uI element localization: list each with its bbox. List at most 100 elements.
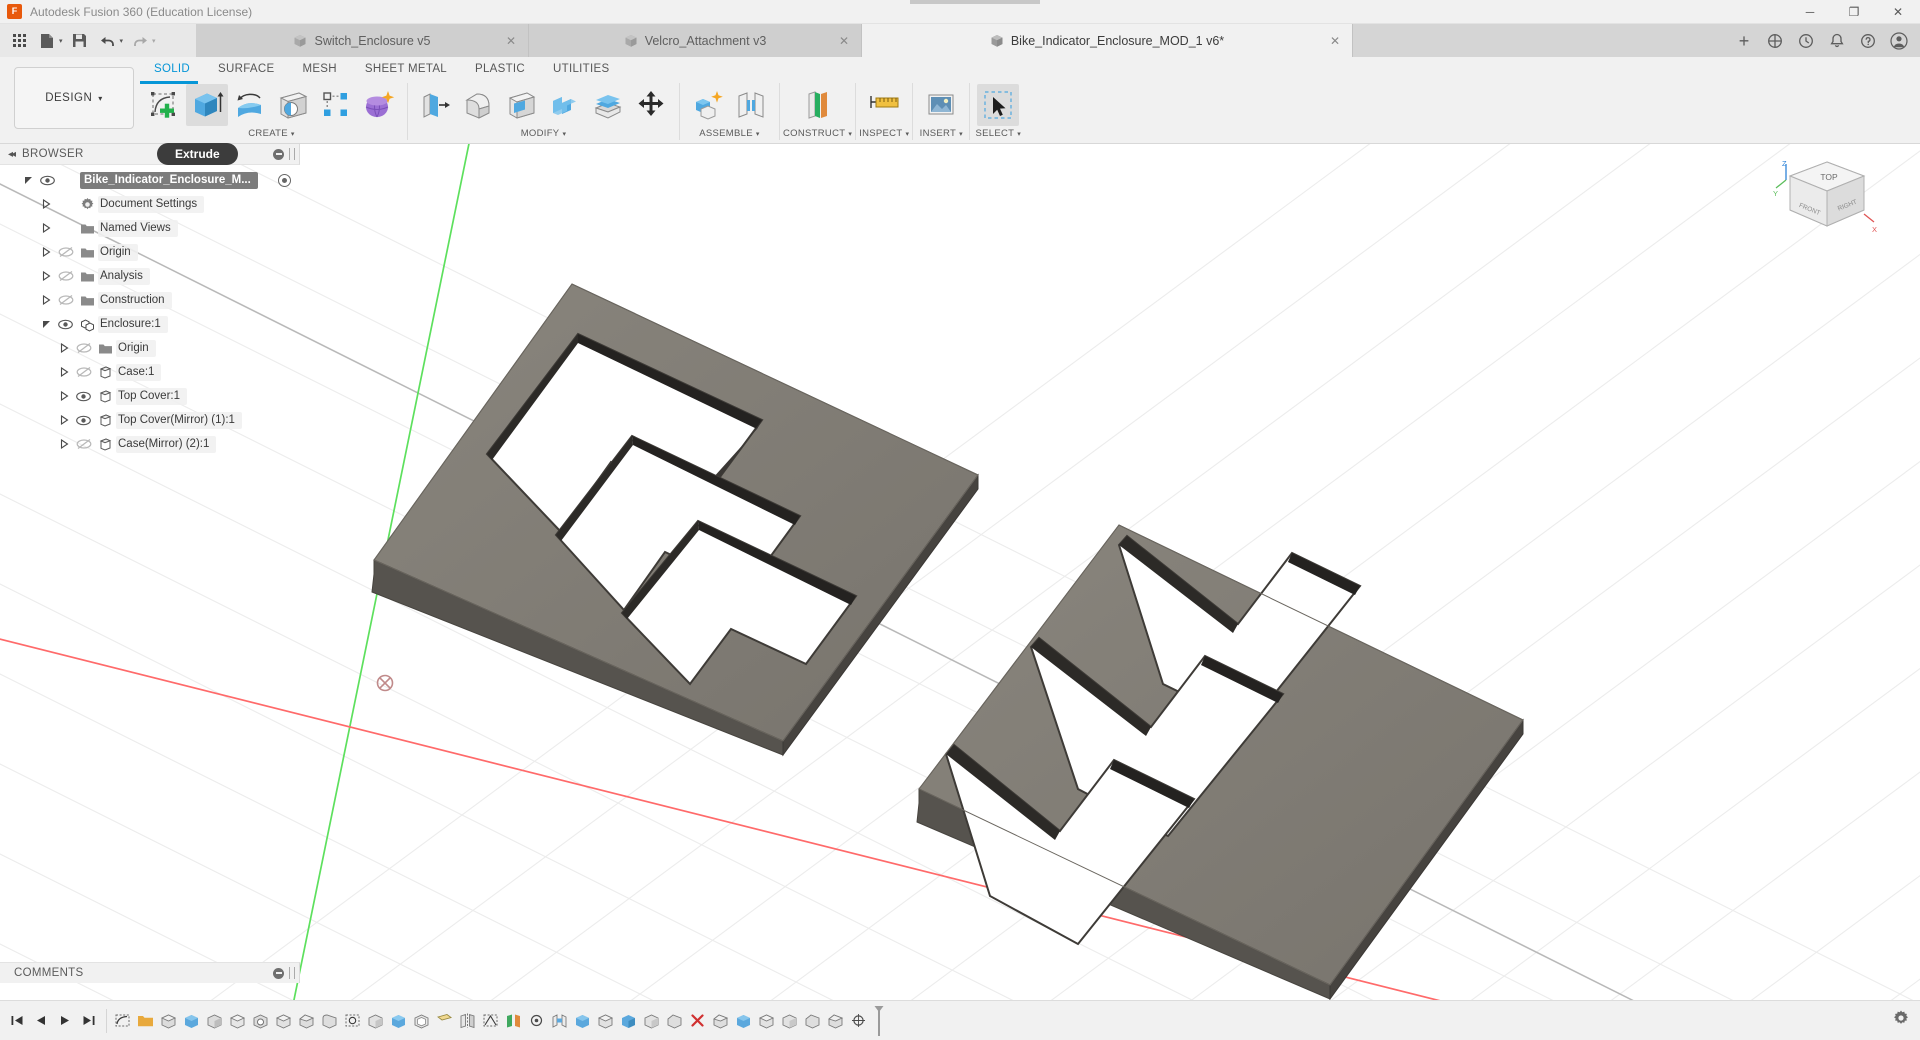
visibility-eye-icon[interactable] — [73, 384, 94, 408]
group-label-modify[interactable]: MODIFY ▾ — [521, 127, 567, 140]
feature-box-9[interactable] — [757, 1011, 776, 1030]
feature-box-3[interactable] — [366, 1011, 385, 1030]
new-tab-button[interactable]: + — [1729, 24, 1759, 57]
joint-icon[interactable] — [730, 84, 772, 126]
group-label-construct[interactable]: CONSTRUCT ▾ — [783, 127, 852, 140]
visibility-hidden-icon[interactable] — [73, 336, 94, 360]
visibility-eye-icon[interactable] — [37, 168, 58, 192]
new-file-icon[interactable] — [34, 28, 60, 54]
feature-box-7[interactable] — [642, 1011, 661, 1030]
group-label-inspect[interactable]: INSPECT ▾ — [859, 127, 909, 140]
tree-row-enclosure[interactable]: Enclosure:1 — [0, 312, 300, 336]
press-pull-icon[interactable] — [415, 84, 457, 126]
maximize-button[interactable]: ❐ — [1832, 0, 1876, 24]
tree-row-case-mirror[interactable]: Case(Mirror) (2):1 — [0, 432, 300, 456]
feature-red-x[interactable] — [688, 1011, 707, 1030]
account-icon[interactable] — [1884, 24, 1914, 57]
create-sketch-icon[interactable] — [143, 84, 185, 126]
visibility-hidden-icon[interactable] — [73, 432, 94, 456]
combine-icon[interactable] — [544, 84, 586, 126]
undo-icon[interactable] — [95, 28, 121, 54]
feature-box-2[interactable] — [274, 1011, 293, 1030]
expand-caret-icon[interactable] — [38, 192, 55, 216]
expand-caret-icon[interactable] — [56, 336, 73, 360]
comments-resize-grip[interactable] — [289, 967, 295, 979]
tree-row-root[interactable]: Bike_Indicator_Enclosure_M... — [0, 168, 300, 192]
tab-sheet-metal[interactable]: SHEET METAL — [351, 59, 461, 79]
new-component-icon[interactable] — [687, 84, 729, 126]
tab-bike-indicator-enclosure[interactable]: Bike_Indicator_Enclosure_MOD_1 v6* ✕ — [862, 24, 1353, 57]
extrude-icon[interactable] — [186, 84, 228, 126]
expand-caret-icon[interactable] — [38, 240, 55, 264]
shell-icon[interactable] — [501, 84, 543, 126]
tab-mesh[interactable]: MESH — [288, 59, 350, 79]
minimize-button[interactable]: ─ — [1788, 0, 1832, 24]
go-to-beginning-icon[interactable] — [6, 1009, 28, 1033]
feature-box-6[interactable] — [619, 1011, 638, 1030]
move-copy-icon[interactable] — [630, 84, 672, 126]
app-grid-icon[interactable] — [6, 28, 32, 54]
undo-caret-icon[interactable]: ▾ — [120, 37, 124, 45]
expand-caret-icon[interactable] — [38, 264, 55, 288]
feature-body-green[interactable] — [504, 1011, 523, 1030]
expand-caret-icon[interactable] — [20, 168, 37, 192]
feature-extrude-2[interactable] — [205, 1011, 224, 1030]
feature-chamfer-4[interactable] — [803, 1011, 822, 1030]
feature-extrude[interactable] — [159, 1011, 178, 1030]
form-icon[interactable] — [358, 84, 400, 126]
group-label-insert[interactable]: INSERT ▾ — [920, 127, 963, 140]
feature-plane[interactable] — [435, 1011, 454, 1030]
tree-row-document-settings[interactable]: Document Settings — [0, 192, 300, 216]
new-file-caret-icon[interactable]: ▾ — [59, 37, 63, 45]
collapse-panel-icon[interactable]: ◂◂ — [8, 149, 14, 160]
group-label-assemble[interactable]: ASSEMBLE ▾ — [699, 127, 759, 140]
tree-row-construction[interactable]: Construction — [0, 288, 300, 312]
rectangular-pattern-icon[interactable] — [315, 84, 357, 126]
timeline-settings-gear-icon[interactable] — [1892, 1009, 1920, 1032]
tree-row-case[interactable]: Case:1 — [0, 360, 300, 384]
save-icon[interactable] — [67, 28, 93, 54]
bell-icon[interactable] — [1822, 24, 1852, 57]
timeline-playhead-marker[interactable] — [878, 1006, 880, 1036]
feature-box-5[interactable] — [596, 1011, 615, 1030]
comments-minimize-icon[interactable] — [273, 968, 284, 979]
feature-box[interactable] — [228, 1011, 247, 1030]
step-back-icon[interactable] — [30, 1009, 52, 1033]
feature-mirror[interactable] — [458, 1011, 477, 1030]
tree-row-origin[interactable]: Origin — [0, 240, 300, 264]
workspace-switcher-button[interactable]: DESIGN ▾ — [14, 67, 134, 129]
tab-close-icon[interactable]: ✕ — [1328, 34, 1342, 48]
visibility-eye-icon[interactable] — [73, 408, 94, 432]
tree-row-top-cover-mirror[interactable]: Top Cover(Mirror) (1):1 — [0, 408, 300, 432]
offset-plane-icon[interactable] — [797, 84, 839, 126]
tab-utilities[interactable]: UTILITIES — [539, 59, 623, 79]
expand-caret-icon[interactable] — [38, 288, 55, 312]
expand-caret-icon[interactable] — [56, 360, 73, 384]
feature-cut[interactable] — [251, 1011, 270, 1030]
feature-shell[interactable] — [412, 1011, 431, 1030]
feature-chamfer-5[interactable] — [826, 1011, 845, 1030]
window-drag-handle[interactable] — [910, 0, 1040, 4]
visibility-hidden-icon[interactable] — [55, 264, 76, 288]
revolve-icon[interactable] — [229, 84, 271, 126]
recent-icon[interactable] — [1791, 24, 1821, 57]
tree-row-named-views[interactable]: Named Views — [0, 216, 300, 240]
close-button[interactable]: ✕ — [1876, 0, 1920, 24]
tree-row-enclosure-origin[interactable]: Origin — [0, 336, 300, 360]
feature-box-4[interactable] — [573, 1011, 592, 1030]
feature-sketch-3[interactable] — [481, 1011, 500, 1030]
view-cube[interactable]: TOP FRONT RIGHT Z Y X — [1772, 154, 1882, 254]
expand-caret-icon[interactable] — [56, 432, 73, 456]
expand-caret-icon[interactable] — [38, 216, 55, 240]
measure-icon[interactable] — [863, 84, 905, 126]
expand-caret-icon[interactable] — [56, 384, 73, 408]
expand-caret-icon[interactable] — [56, 408, 73, 432]
group-label-select[interactable]: SELECT ▾ — [975, 127, 1021, 140]
feature-chamfer-2[interactable] — [665, 1011, 684, 1030]
browser-minimize-icon[interactable] — [273, 149, 284, 160]
feature-extrude-3[interactable] — [389, 1011, 408, 1030]
feature-dark[interactable] — [527, 1011, 546, 1030]
tab-close-icon[interactable]: ✕ — [837, 34, 851, 48]
feature-sketch-2[interactable] — [343, 1011, 362, 1030]
tab-close-icon[interactable]: ✕ — [504, 34, 518, 48]
